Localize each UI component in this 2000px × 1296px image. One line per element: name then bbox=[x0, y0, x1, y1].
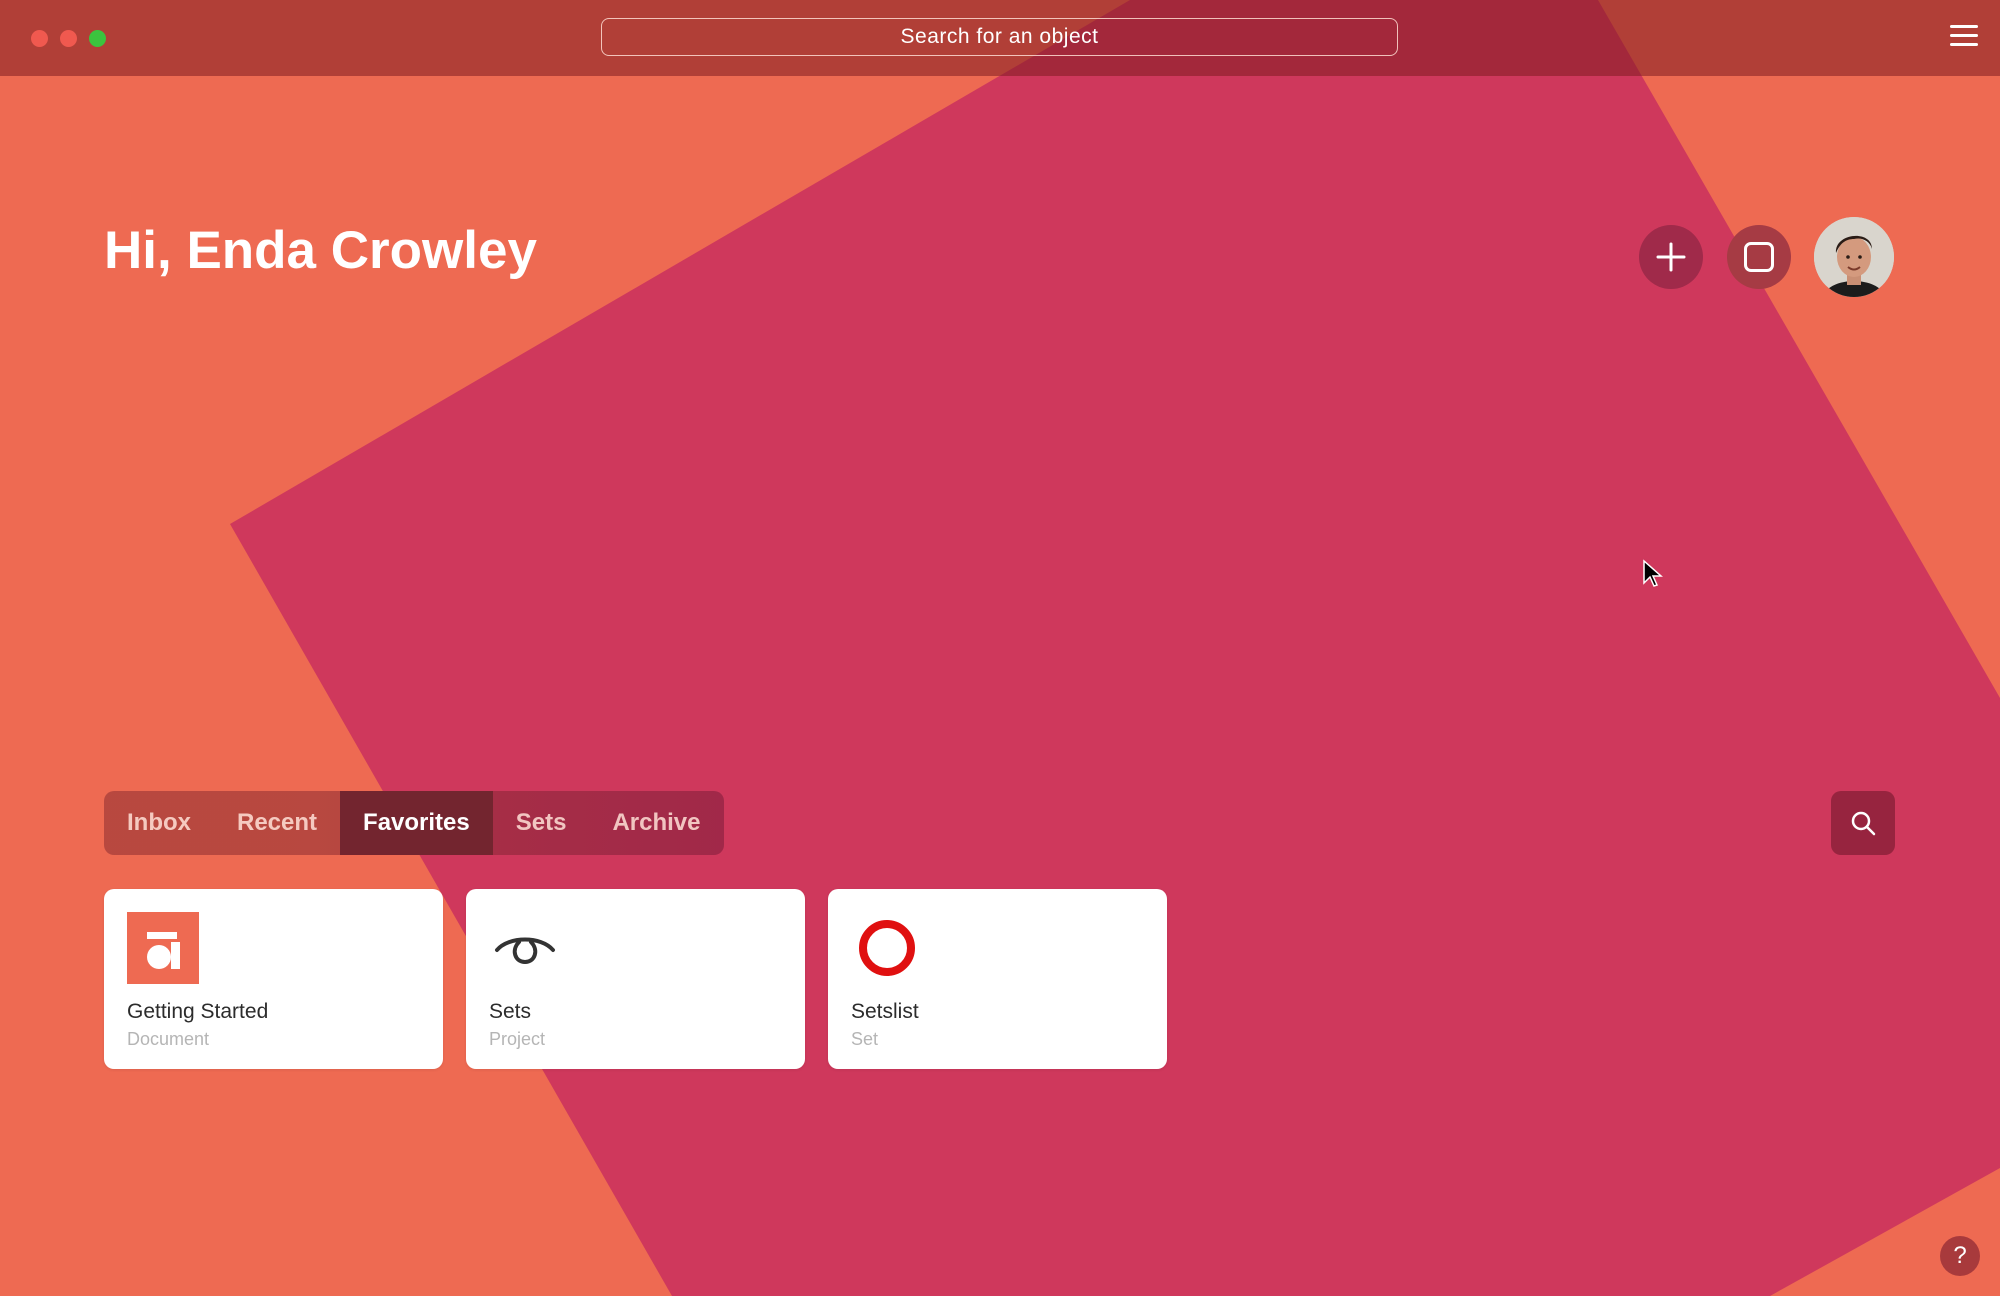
add-object-button[interactable] bbox=[1639, 225, 1703, 289]
ring-icon bbox=[859, 920, 915, 976]
mouse-cursor-icon bbox=[1643, 559, 1663, 587]
title-bar: Search for an object bbox=[0, 0, 2000, 76]
card-type: Set bbox=[851, 1029, 879, 1049]
tab-sets[interactable]: Sets bbox=[493, 791, 590, 855]
document-icon bbox=[127, 912, 199, 984]
card-setslist[interactable]: Setslist Set bbox=[828, 889, 1167, 1069]
tab-archive[interactable]: Archive bbox=[589, 791, 723, 855]
search-icon bbox=[1851, 811, 1876, 836]
card-type: Document bbox=[127, 1029, 210, 1049]
square-icon bbox=[1744, 242, 1774, 272]
background-shape bbox=[230, 0, 2000, 1296]
search-placeholder: Search for an object bbox=[900, 25, 1099, 48]
plus-icon bbox=[1656, 242, 1686, 272]
tab-favorites[interactable]: Favorites bbox=[340, 791, 493, 855]
avatar[interactable] bbox=[1814, 217, 1894, 297]
tab-bar: Inbox Recent Favorites Sets Archive bbox=[104, 791, 724, 855]
card-title: Getting Started bbox=[127, 1000, 269, 1023]
window-close-button[interactable] bbox=[31, 30, 48, 47]
window-maximize-button[interactable] bbox=[89, 30, 106, 47]
card-sets[interactable]: Sets Project bbox=[466, 889, 805, 1069]
window-minimize-button[interactable] bbox=[60, 30, 77, 47]
card-title: Setslist bbox=[851, 1000, 919, 1023]
search-button[interactable] bbox=[1831, 791, 1895, 855]
tab-inbox[interactable]: Inbox bbox=[104, 791, 214, 855]
card-type: Project bbox=[489, 1029, 546, 1049]
card-getting-started[interactable]: Getting Started Document bbox=[104, 889, 443, 1069]
search-input[interactable]: Search for an object bbox=[601, 18, 1398, 56]
greeting-title: Hi, Enda Crowley bbox=[104, 221, 537, 280]
store-button[interactable] bbox=[1727, 225, 1791, 289]
loop-icon bbox=[495, 937, 555, 965]
help-button[interactable]: ? bbox=[1940, 1236, 1980, 1276]
tab-recent[interactable]: Recent bbox=[214, 791, 340, 855]
user-avatar-icon bbox=[1814, 217, 1894, 297]
card-title: Sets bbox=[489, 1000, 532, 1023]
hamburger-menu-icon[interactable] bbox=[1950, 25, 1978, 49]
